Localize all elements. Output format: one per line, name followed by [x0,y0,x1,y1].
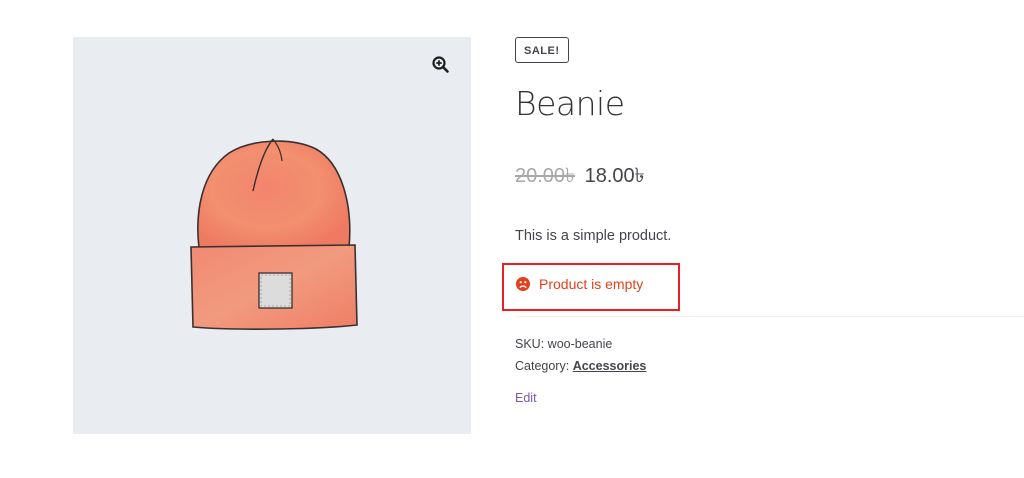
error-notice: Product is empty [516,275,643,293]
product-meta: SKU: woo-beanie Category: Accessories [515,333,646,377]
category-row: Category: Accessories [515,355,646,377]
error-notice-highlight: Product is empty [502,263,680,311]
zoom-in-icon[interactable] [431,55,451,75]
sale-badge: SALE! [515,37,569,63]
beanie-illustration [190,138,358,330]
product-gallery [73,37,471,434]
category-link[interactable]: Accessories [573,359,647,373]
short-description: This is a simple product. [515,228,672,244]
product-title: Beanie [515,84,625,123]
sale-price: 18.00৳ [584,165,645,187]
edit-link[interactable]: Edit [515,389,537,407]
product-image[interactable] [181,133,367,339]
product-price: 20.00৳ 18.00৳ [515,163,645,189]
sku-label: SKU: [515,337,545,351]
divider [515,316,1024,317]
error-notice-text: Product is empty [539,276,644,292]
category-label: Category: [515,359,570,373]
regular-price: 20.00৳ [515,165,576,187]
sku-value: woo-beanie [547,337,613,351]
frown-face-icon [516,277,530,291]
sku-row: SKU: woo-beanie [515,333,646,355]
product-page: SALE! Beanie 20.00৳ 18.00৳ This is a sim… [0,0,1024,478]
